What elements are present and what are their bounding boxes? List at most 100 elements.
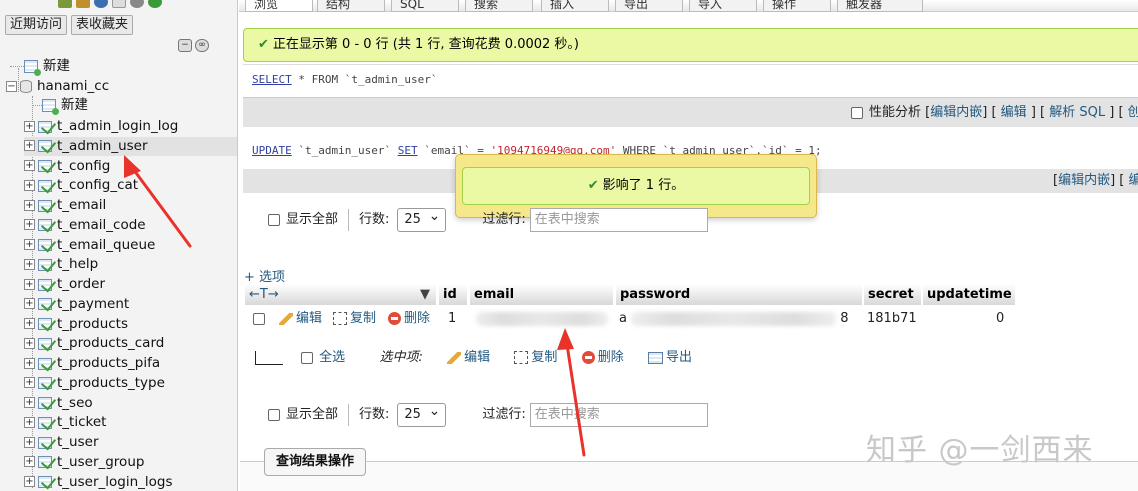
reload-icon[interactable] [148, 0, 162, 8]
tree-table-item[interactable]: + t_email_queue [24, 236, 237, 255]
cell-email[interactable] [476, 308, 608, 330]
column-header-updatetime[interactable]: updatetime [923, 284, 1016, 305]
explain-sql-link[interactable]: 解析 SQL [1049, 105, 1105, 120]
sql-keyword[interactable]: SET [398, 144, 418, 157]
tab-7[interactable]: 操作 [763, 0, 831, 12]
edit-inline-link[interactable]: 编辑内嵌 [1058, 173, 1110, 188]
profiling-checkbox[interactable] [851, 106, 863, 119]
column-header-email[interactable]: email [470, 284, 614, 305]
expand-icon[interactable]: + [24, 278, 35, 290]
tab-2[interactable]: SQL [391, 0, 459, 12]
expand-icon[interactable]: + [24, 219, 35, 231]
create-php-link[interactable]: 创 [1128, 105, 1138, 120]
bulk-delete-button[interactable]: 删除 [598, 350, 624, 365]
collapse-icon[interactable]: − [6, 80, 17, 92]
sql-keyword[interactable]: SELECT [252, 73, 292, 86]
row-checkbox[interactable] [253, 312, 265, 325]
tree-table-item[interactable]: + t_admin_user [24, 136, 237, 156]
bulk-export-button[interactable]: 导出 [666, 350, 692, 365]
options-link[interactable]: + 选项 [244, 266, 285, 285]
edit-inline-link[interactable]: 编辑内嵌 [930, 105, 982, 120]
tab-6[interactable]: 导入 [689, 0, 757, 12]
bulk-edit-button[interactable]: 编辑 [464, 350, 490, 365]
expand-icon[interactable]: + [24, 377, 35, 389]
tree-new-table[interactable]: 新建 [32, 96, 88, 115]
tree-table-item[interactable]: + t_help [24, 255, 237, 274]
tree-table-item[interactable]: + t_email [24, 196, 237, 215]
select-all-label[interactable]: 全选 [319, 350, 345, 365]
tree-table-item[interactable]: + t_products [24, 315, 237, 334]
tree-table-item[interactable]: + t_ticket [24, 413, 237, 432]
cell-secret[interactable]: 181b71 [867, 308, 917, 330]
expand-icon[interactable]: + [24, 298, 35, 310]
rows-select[interactable]: 25 [397, 400, 447, 427]
select-all-checkbox[interactable] [301, 351, 314, 364]
cell-id[interactable]: 1 [448, 308, 456, 330]
column-header-id[interactable]: id [439, 284, 468, 305]
expand-icon[interactable]: + [24, 416, 35, 428]
expand-icon[interactable]: + [24, 199, 35, 211]
docs-icon[interactable] [112, 0, 126, 8]
expand-icon[interactable]: + [24, 456, 35, 468]
edit-link[interactable]: 编辑 [1001, 105, 1027, 120]
expand-icon[interactable]: + [24, 357, 35, 369]
tab-8[interactable]: 触发器 [837, 0, 923, 12]
logout-icon[interactable] [76, 0, 90, 8]
row-copy-link[interactable]: 复制 [350, 311, 376, 326]
expand-icon[interactable]: + [24, 120, 35, 132]
tree-table-item[interactable]: + t_payment [24, 295, 237, 314]
tree-table-item[interactable]: + t_admin_login_log [24, 117, 237, 136]
tree-table-item[interactable]: + t_products_type [24, 374, 237, 393]
gear-icon[interactable] [130, 0, 144, 8]
tab-4[interactable]: 插入 [541, 0, 609, 12]
edit-link[interactable]: 编 [1129, 173, 1138, 188]
expand-icon[interactable]: + [24, 140, 35, 152]
tree-table-item[interactable]: + t_order [24, 275, 237, 294]
sql-keyword[interactable]: UPDATE [252, 144, 292, 157]
favorites-tab[interactable]: 表收藏夹 [71, 15, 134, 35]
tab-1[interactable]: 结构 [317, 0, 385, 12]
expand-icon[interactable]: + [24, 179, 35, 191]
tab-5[interactable]: 导出 [615, 0, 683, 12]
tree-table-item[interactable]: + t_user_group [24, 453, 237, 472]
column-header-secret[interactable]: secret [864, 284, 922, 305]
expand-icon[interactable]: + [24, 397, 35, 408]
tree-table-item[interactable]: + t_config [24, 157, 237, 176]
tree-table-item[interactable]: + t_products_card [24, 334, 237, 353]
home-icon[interactable] [58, 0, 72, 8]
tree-new-database[interactable]: 新建 [10, 57, 70, 76]
resize-columns-icon[interactable]: ←T→ [249, 287, 279, 302]
filter-input[interactable]: 在表中搜索 [529, 403, 708, 427]
sort-dropdown-icon[interactable]: ▼ [420, 284, 430, 305]
show-all-checkbox[interactable] [268, 409, 280, 421]
expand-icon[interactable]: + [24, 337, 35, 349]
tab-0[interactable]: 浏览 [245, 0, 313, 12]
expand-icon[interactable]: + [24, 258, 35, 270]
tree-table-item[interactable]: + t_products_pifa [24, 354, 237, 373]
rows-select[interactable]: 25 [397, 205, 447, 232]
tree-table-item[interactable]: + t_email_code [24, 216, 237, 235]
expand-icon[interactable]: + [24, 239, 35, 250]
cell-password[interactable]: a 8 [619, 308, 859, 330]
link-icon[interactable]: ∞ [195, 39, 209, 52]
expand-icon[interactable]: + [24, 436, 35, 448]
column-header-password[interactable]: password [616, 284, 863, 305]
expand-icon[interactable]: + [24, 160, 35, 171]
expand-icon[interactable]: + [24, 476, 35, 487]
expand-icon[interactable]: + [24, 318, 35, 329]
row-edit-link[interactable]: 编辑 [296, 311, 322, 326]
tree-database-hanami[interactable]: − hanami_cc [6, 77, 109, 96]
tab-3[interactable]: 搜索 [465, 0, 533, 12]
filter-input[interactable]: 在表中搜索 [529, 208, 708, 232]
collapse-all-icon[interactable]: − [178, 39, 192, 52]
tree-table-item[interactable]: + t_config_cat [24, 176, 237, 195]
cell-updatetime[interactable]: 0 [996, 308, 1004, 330]
bulk-copy-button[interactable]: 复制 [531, 350, 557, 365]
help-icon[interactable] [94, 0, 108, 8]
row-delete-link[interactable]: 删除 [404, 311, 430, 326]
recent-tab[interactable]: 近期访问 [5, 15, 68, 35]
tree-table-item[interactable]: + t_seo [24, 394, 237, 413]
show-all-checkbox[interactable] [268, 214, 280, 226]
tree-table-item[interactable]: + t_user [24, 433, 237, 452]
tree-table-item[interactable]: + t_user_login_logs [24, 473, 237, 491]
